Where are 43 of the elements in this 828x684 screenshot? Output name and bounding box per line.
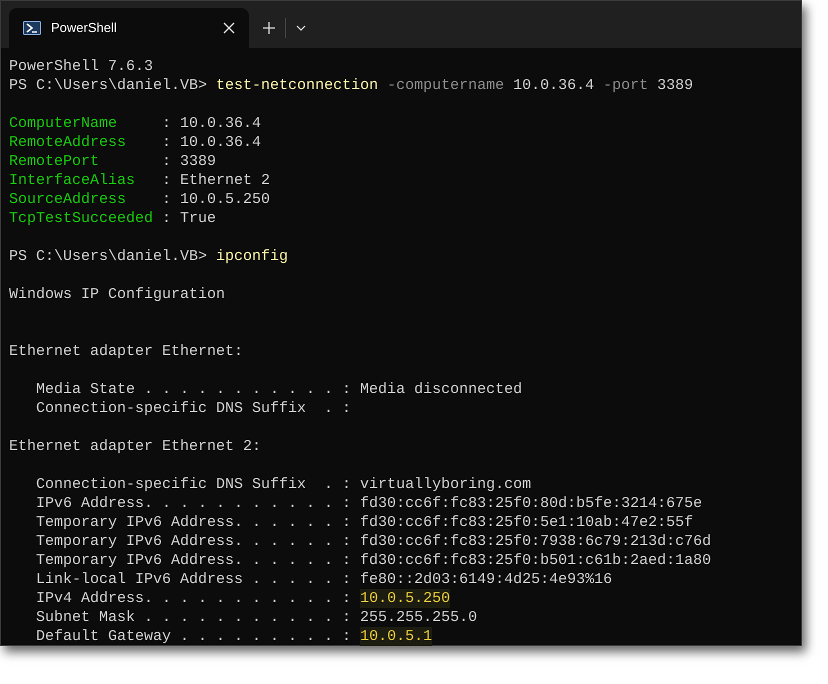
terminal-text: RemoteAddress	[9, 133, 128, 152]
terminal-text: PowerShell 7.6.3	[9, 57, 154, 76]
terminal-text: Ethernet adapter Ethernet 2:	[9, 437, 262, 456]
terminal-text: Connection-specific DNS Suffix . : virtuallyboring.com	[35, 475, 532, 494]
terminal-text: IPv6 Address. . . . . . . . . . . : fd30:cc6f:fc83:25f0:80d:b5fe:3214:675e	[35, 494, 702, 513]
terminal-text: 10.0.5.1	[360, 627, 432, 646]
terminal-text: Media State . . . . . . . . . . . : Media disconnected	[35, 380, 522, 399]
terminal-text: : 10.0.36.4	[162, 133, 262, 152]
terminal-text: TcpTestSucceeded	[9, 209, 154, 228]
terminal-text: 10.0.5.250	[360, 589, 450, 608]
terminal-text: : 3389	[162, 152, 216, 171]
tab-title: PowerShell	[51, 19, 118, 38]
terminal-text: Connection-specific DNS Suffix . :	[35, 399, 352, 418]
terminal-text: SourceAddress	[9, 190, 128, 209]
terminal-text: 3389	[656, 76, 694, 95]
terminal-text: Temporary IPv6 Address. . . . . . : fd30:cc6f:fc83:25f0:5e1:10ab:47e2:55f	[35, 513, 694, 532]
terminal-tab[interactable]: PowerShell	[9, 8, 249, 48]
terminal-text: IPv4 Address. . . . . . . . . . . :	[35, 589, 352, 608]
terminal-text: : 10.0.5.250	[162, 190, 270, 209]
terminal-text: Default Gateway . . . . . . . . . :	[35, 627, 352, 646]
terminal-text: RemotePort	[9, 152, 100, 171]
terminal-text: test-netconnection	[216, 76, 378, 95]
terminal-text: Ethernet adapter Ethernet:	[9, 342, 244, 361]
terminal-text: : 10.0.36.4	[162, 114, 262, 133]
terminal-text: ipconfig	[216, 247, 288, 266]
terminal-text: : Ethernet 2	[162, 171, 270, 190]
terminal-text: : True	[162, 209, 216, 228]
terminal-text: Windows IP Configuration	[9, 285, 226, 304]
terminal-text: ComputerName	[9, 114, 118, 133]
chevron-down-icon[interactable]	[296, 25, 306, 31]
close-icon[interactable]	[223, 22, 235, 34]
terminal-text: PS C:\Users\daniel.VB>	[9, 76, 208, 95]
terminal-text: -computername	[386, 76, 504, 95]
add-icon[interactable]	[263, 22, 275, 34]
terminal-text: 10.0.36.4	[512, 76, 596, 95]
terminal-text: Temporary IPv6 Address. . . . . . : fd30:cc6f:fc83:25f0:b501:c61b:2aed:1a80	[35, 551, 712, 570]
terminal-text: PS C:\Users\daniel.VB>	[9, 247, 208, 266]
terminal-text: InterfaceAlias	[9, 171, 136, 190]
terminal-text: -port	[603, 76, 648, 95]
terminal-text: Subnet Mask . . . . . . . . . . . : 255.255.255.0	[35, 608, 478, 627]
terminal-icon	[23, 21, 41, 35]
terminal-text: Temporary IPv6 Address. . . . . . : fd30:cc6f:fc83:25f0:7938:6c79:213d:c76d	[35, 532, 712, 551]
terminal-text: Link-local IPv6 Address . . . . . : fe80::2d03:6149:4d25:4e93%16	[35, 570, 612, 589]
